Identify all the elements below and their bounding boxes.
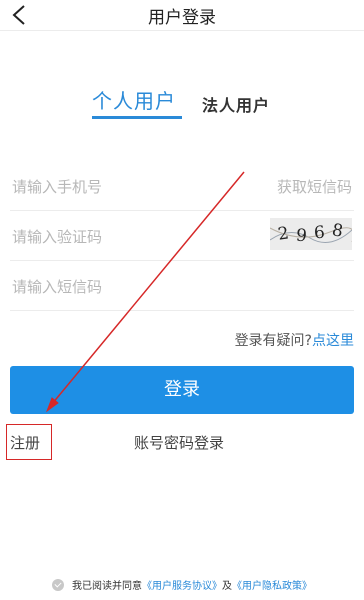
get-sms-code-button[interactable]: 获取短信码	[277, 176, 352, 197]
tab-personal-user[interactable]: 个人用户	[92, 85, 176, 114]
privacy-policy-link[interactable]: 《用户隐私政策》	[232, 581, 312, 592]
agreement-and: 及	[222, 581, 232, 592]
agree-checkbox-icon[interactable]	[52, 579, 64, 591]
captcha-image[interactable]: 2 9 6 8	[270, 218, 352, 250]
login-button[interactable]: 登录	[10, 366, 354, 414]
agreement-prefix: 我已阅读并同意	[72, 581, 142, 592]
sms-code-field[interactable]: 请输入短信码	[10, 260, 354, 311]
sms-code-input[interactable]: 请输入短信码	[12, 276, 102, 297]
service-agreement-link[interactable]: 《用户服务协议》	[142, 581, 222, 592]
phone-field[interactable]: 请输入手机号 获取短信码	[10, 160, 354, 211]
login-help: 登录有疑问?点这里	[235, 330, 354, 350]
agreement-line: 我已阅读并同意《用户服务协议》及《用户隐私政策》	[0, 577, 364, 592]
password-login-link[interactable]: 账号密码登录	[134, 432, 224, 453]
phone-input[interactable]: 请输入手机号	[12, 176, 102, 197]
tab-active-indicator	[92, 116, 182, 119]
page-title: 用户登录	[148, 8, 216, 28]
login-help-text: 登录有疑问?	[234, 333, 312, 349]
login-help-link[interactable]: 点这里	[312, 333, 354, 349]
tab-legal-user[interactable]: 法人用户	[202, 92, 270, 116]
header-bar: 用户登录	[0, 0, 364, 31]
captcha-field[interactable]: 请输入验证码 2 9 6 8	[10, 210, 354, 261]
captcha-digit: 6	[313, 222, 326, 244]
register-link[interactable]: 注册	[10, 432, 40, 453]
captcha-input[interactable]: 请输入验证码	[12, 226, 102, 247]
captcha-digit: 9	[294, 225, 308, 247]
